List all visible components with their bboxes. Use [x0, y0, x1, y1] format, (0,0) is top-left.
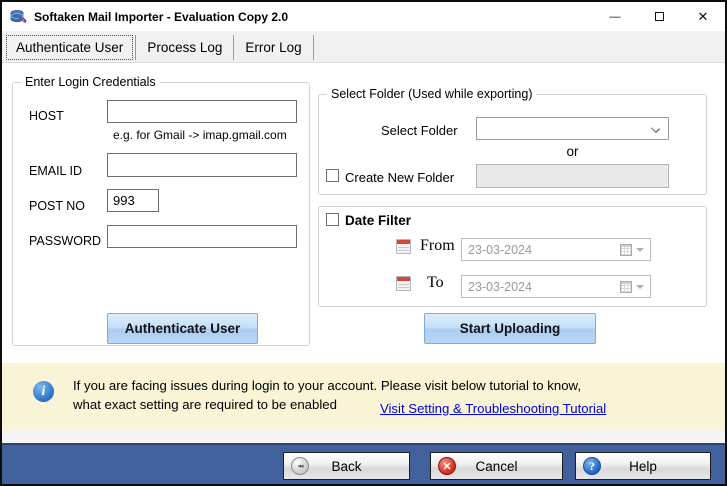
footer-spacer: [2, 430, 725, 443]
datepicker-grid-icon: [620, 280, 632, 293]
info-message: If you are facing issues during login to…: [73, 376, 606, 416]
title-bar: Softaken Mail Importer - Evaluation Copy…: [2, 2, 725, 31]
create-new-folder-label: Create New Folder: [345, 170, 455, 185]
host-input[interactable]: [107, 100, 297, 123]
date-filter-label: Date Filter: [345, 213, 412, 228]
back-button-label: Back: [331, 458, 362, 474]
tab-bar: Authenticate User Process Log Error Log: [2, 31, 725, 63]
close-button[interactable]: ✕: [681, 2, 725, 31]
cancel-icon: ✕: [438, 457, 456, 475]
tab-separator: [135, 34, 137, 60]
minimize-button[interactable]: —: [593, 2, 637, 31]
create-new-folder-input[interactable]: [476, 164, 669, 188]
date-to-picker[interactable]: 23-03-2024: [461, 275, 651, 298]
date-filter-group: Date Filter From 23-03-2024 To 23-03-202…: [318, 206, 707, 307]
calendar-icon: [396, 276, 411, 291]
tab-separator: [312, 34, 314, 60]
port-label: POST NO: [29, 199, 86, 213]
calendar-icon: [396, 239, 411, 254]
date-from-value: 23-03-2024: [468, 242, 532, 257]
select-folder-value: [477, 120, 482, 134]
tab-error-log[interactable]: Error Log: [236, 35, 310, 60]
date-from-picker[interactable]: 23-03-2024: [461, 238, 651, 261]
password-label: PASSWORD: [29, 234, 101, 248]
or-text: or: [566, 144, 579, 159]
email-input[interactable]: [107, 153, 297, 177]
chevron-down-icon: [651, 124, 660, 133]
login-credentials-group-title: Enter Login Credentials: [21, 75, 160, 89]
info-icon: i: [33, 381, 54, 402]
port-input[interactable]: [107, 189, 159, 212]
email-label: EMAIL ID: [29, 164, 83, 178]
datepicker-arrow-icon: [636, 247, 644, 252]
tutorial-link[interactable]: Visit Setting & Troubleshooting Tutorial: [380, 399, 606, 418]
host-label: HOST: [29, 109, 64, 123]
window-controls: — ✕: [593, 2, 725, 31]
footer-bar: ◂◂ Back ✕ Cancel ? Help: [2, 443, 725, 484]
maximize-button[interactable]: [637, 2, 681, 31]
info-bar: i If you are facing issues during login …: [2, 363, 725, 430]
help-button[interactable]: ? Help: [575, 452, 711, 480]
start-uploading-button[interactable]: Start Uploading: [424, 313, 596, 344]
datepicker-arrow-icon: [636, 284, 644, 289]
select-folder-label: Select Folder: [381, 123, 458, 138]
info-line1: If you are facing issues during login to…: [73, 378, 581, 393]
maximize-icon: [654, 12, 664, 21]
back-icon: ◂◂: [291, 457, 309, 475]
app-logo-icon: [10, 9, 27, 23]
date-filter-checkbox[interactable]: [326, 213, 339, 226]
select-folder-dropdown[interactable]: [476, 117, 669, 140]
cancel-button[interactable]: ✕ Cancel: [430, 452, 563, 480]
host-hint: e.g. for Gmail -> imap.gmail.com: [113, 128, 287, 142]
login-credentials-group: Enter Login Credentials HOST e.g. for Gm…: [12, 75, 310, 346]
select-folder-group: Select Folder (Used while exporting) Sel…: [318, 87, 707, 195]
help-icon: ?: [583, 457, 601, 475]
help-button-label: Help: [629, 458, 657, 474]
date-to-label: To: [427, 274, 444, 291]
authenticate-user-button[interactable]: Authenticate User: [107, 313, 258, 344]
back-button[interactable]: ◂◂ Back: [283, 452, 410, 480]
tab-separator: [233, 34, 235, 60]
window-title: Softaken Mail Importer - Evaluation Copy…: [34, 9, 289, 24]
select-folder-group-title: Select Folder (Used while exporting): [327, 87, 537, 101]
datepicker-grid-icon: [620, 243, 632, 256]
tab-authenticate-user[interactable]: Authenticate User: [6, 34, 134, 60]
info-line2: what exact setting are required to be en…: [73, 397, 337, 412]
date-to-value: 23-03-2024: [468, 279, 532, 294]
cancel-button-label: Cancel: [475, 458, 518, 474]
password-input[interactable]: [107, 225, 297, 248]
date-from-label: From: [420, 237, 455, 254]
app-window: Softaken Mail Importer - Evaluation Copy…: [0, 0, 727, 486]
create-new-folder-checkbox[interactable]: [326, 169, 339, 182]
tab-process-log[interactable]: Process Log: [138, 35, 231, 60]
